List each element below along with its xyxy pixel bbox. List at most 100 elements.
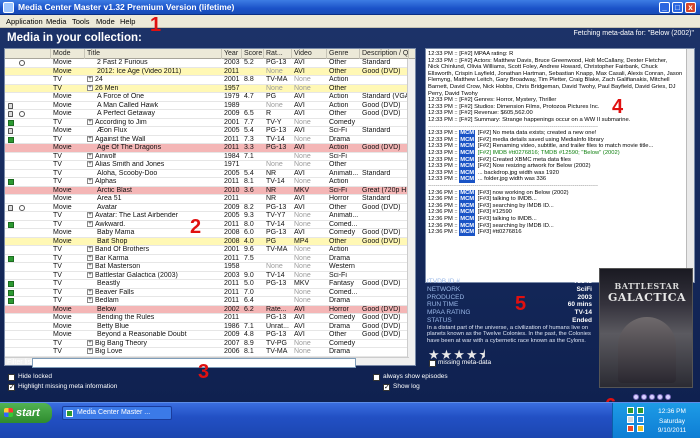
tray-alert-icon[interactable] <box>637 425 644 432</box>
tray-media-icon[interactable] <box>627 407 634 414</box>
log-line: 12:36 PM :: MCM [F#3] #tt0276816 <box>428 229 686 236</box>
tray-media-icon[interactable] <box>637 407 644 414</box>
table-row[interactable]: TV + Bat Masterson 1958 None None Western <box>5 263 415 272</box>
table-row[interactable]: Movie Betty Blue 1986 7.1 Unrat... AVI Drama Go… <box>5 323 415 331</box>
col-year[interactable]: Year <box>222 49 242 59</box>
window-title-bar[interactable]: Media Center Master v1.32 Premium Versio… <box>0 0 700 15</box>
expand-icon[interactable]: + <box>87 212 93 219</box>
col-score[interactable]: Score <box>242 49 264 59</box>
activity-log[interactable]: 12:33 PM :: [F#2] MPAA rating: R 12:33 PM… <box>425 48 695 283</box>
tray-network-icon[interactable] <box>627 416 634 423</box>
table-row[interactable]: Movie Æon Flux 2005 5.4 PG-13 AVI Sci-Fi Standa… <box>5 127 415 136</box>
table-row[interactable]: TV + Big Love 2006 8.1 TV-MA None Drama <box>5 348 415 357</box>
pager-dot[interactable] <box>665 394 671 400</box>
menu-application[interactable]: Application <box>6 17 43 26</box>
pager-dot[interactable] <box>633 394 639 400</box>
table-row[interactable]: TV + Bedlam 2011 6.4 None Drama <box>5 297 415 306</box>
table-row[interactable]: Movie 2012: Ice Age (Video 2011) 2011 None A… <box>5 67 415 76</box>
table-row[interactable]: TV + Against the Wall 2011 7.3 TV-14 None Drama <box>5 135 415 144</box>
tray-security-icon[interactable] <box>627 425 634 432</box>
taskbar-app-button[interactable]: Media Center Master ... <box>62 406 172 420</box>
expand-icon[interactable]: + <box>87 178 93 185</box>
table-row[interactable]: Movie Bait Shop 2008 4.0 PG MP4 Other Good (DVD… <box>5 237 415 246</box>
col-genre[interactable]: Genre <box>327 49 360 59</box>
pager-dot[interactable] <box>649 394 655 400</box>
table-row[interactable]: TV + Awkward. 2011 8.0 TV-14 None Comed... <box>5 220 415 229</box>
always-show-episodes-label: always show episodes <box>383 373 448 380</box>
highlight-missing-checkbox[interactable] <box>8 383 15 391</box>
expand-icon[interactable]: + <box>87 288 93 295</box>
col-mode[interactable]: Mode <box>51 49 85 59</box>
table-row[interactable]: TV +24 2001 8.8 TV-MA None Action <box>5 76 415 85</box>
table-row[interactable]: TV + Battlestar Galactica (2003) 2003 9.0 TV-… <box>5 271 415 280</box>
menu-media[interactable]: Media <box>46 17 66 26</box>
col-description[interactable]: Description / Qu... <box>360 49 409 59</box>
hide-locked-checkbox[interactable] <box>8 374 15 381</box>
table-row[interactable]: Movie A Force of One 1979 4.7 PG AVI Action Sta… <box>5 93 415 102</box>
expand-icon[interactable]: + <box>87 76 93 83</box>
col-video[interactable]: Video <box>292 49 327 59</box>
table-row[interactable]: Movie Beyond a Reasonable Doubt 2009 4.8 PG-… <box>5 331 415 340</box>
expand-icon[interactable]: + <box>87 118 93 125</box>
expand-icon[interactable]: + <box>87 339 93 346</box>
cell-video: None <box>294 161 311 168</box>
always-show-episodes-checkbox[interactable] <box>373 374 380 381</box>
table-row[interactable]: Movie Area 51 2011 NR AVI Horror Standard <box>5 195 415 204</box>
table-row[interactable]: TV + Big Bang Theory 2007 8.9 TV-PG None Comedy <box>5 339 415 348</box>
table-row[interactable]: TV + Bar Karma 2011 7.5 None Drama <box>5 254 415 263</box>
table-row[interactable]: Movie Below 2002 6.2 Rate... AVI Horror Good (D… <box>5 305 415 314</box>
table-row[interactable]: TV + Alphas 2011 8.1 TV-14 None Action <box>5 178 415 187</box>
show-log-checkbox[interactable] <box>383 383 390 391</box>
expand-icon[interactable]: + <box>87 271 93 278</box>
expand-icon[interactable]: + <box>87 220 93 227</box>
expand-icon[interactable]: + <box>87 246 93 253</box>
table-row[interactable]: TV + Band Of Brothers 2001 9.6 TV-MA None Actio… <box>5 246 415 255</box>
table-row[interactable]: Movie 2 Fast 2 Furious 2003 5.2 PG-13 AVI Othe… <box>5 59 415 68</box>
tray-app-icon[interactable] <box>637 416 644 423</box>
clock-time[interactable]: 12:36 PM <box>648 408 696 415</box>
pager-dot[interactable] <box>641 394 647 400</box>
table-row[interactable]: Movie A Man Called Hawk 1989 None AVI Action G… <box>5 102 415 110</box>
menu-tools[interactable]: Tools <box>72 17 90 26</box>
cell-mode: TV <box>53 271 62 279</box>
col-rating[interactable]: Rat... <box>264 49 292 59</box>
menu-help[interactable]: Help <box>120 17 135 26</box>
expand-icon[interactable]: + <box>87 84 93 91</box>
table-row[interactable]: Movie Baby Mama 2008 6.0 PG-13 AVI Comedy Good … <box>5 229 415 238</box>
pager-dot[interactable] <box>657 394 663 400</box>
expand-icon[interactable]: + <box>87 254 93 261</box>
table-row[interactable]: TV + Alias Smith and Jones 1971 None None Othe… <box>5 161 415 170</box>
cell-year: 2003 <box>224 271 240 279</box>
minimize-button[interactable]: _ <box>659 2 670 13</box>
start-button[interactable]: start <box>0 403 52 423</box>
table-row[interactable]: TV + According to Jim 2001 7.7 TV-Y None Comedy <box>5 118 415 127</box>
menu-mode[interactable]: Mode <box>96 17 115 26</box>
close-button[interactable]: x <box>685 2 696 13</box>
table-row[interactable]: Movie Avatar 2009 8.2 PG-13 AVI Other Good (DVD… <box>5 204 415 212</box>
table-row[interactable]: TV Beastly 2011 5.0 PG-13 MKV Fantasy Good (DVD… <box>5 280 415 289</box>
table-row[interactable]: TV Aloha, Scooby-Doo 2005 5.4 NR AVI Animati..… <box>5 170 415 178</box>
maximize-button[interactable]: □ <box>672 2 683 13</box>
cell-score <box>242 263 264 272</box>
log-scrollbar[interactable] <box>686 49 694 282</box>
expand-icon[interactable]: + <box>87 348 93 355</box>
table-row[interactable]: TV + Airwolf 1984 7.1 None Sci-Fi <box>5 152 415 161</box>
table-row[interactable]: TV + Beaver Falls 2011 7.0 None Comed... <box>5 288 415 297</box>
list-vertical-scrollbar[interactable] <box>407 59 415 365</box>
expand-icon[interactable]: + <box>87 263 93 270</box>
table-row[interactable]: Movie Age Of The Dragons 2011 3.3 PG-13 AVI Ac… <box>5 144 415 153</box>
expand-icon[interactable]: + <box>87 135 93 142</box>
expand-icon[interactable]: + <box>87 161 93 168</box>
table-row[interactable]: TV + Avatar: The Last Airbender 2005 9.3 TV-Y… <box>5 212 415 221</box>
table-row[interactable]: Movie Bending the Rules 2011 PG-13 AVI Comedy… <box>5 314 415 323</box>
rating-stars[interactable]: ★★★★⯨ <box>428 346 487 368</box>
log-line: 12:33 PM :: MCM [F#2] media details save… <box>428 136 686 144</box>
table-row[interactable]: Movie Arctic Blast 2010 3.6 NR MKV Sci-Fi Great… <box>5 186 415 195</box>
filter-input[interactable] <box>32 358 356 368</box>
table-row[interactable]: Movie A Perfect Getaway 2009 6.5 R AVI Other Go… <box>5 110 415 119</box>
col-title[interactable]: Title <box>85 49 222 59</box>
media-list[interactable]: Mode Title Year Score Rat... Video Genre… <box>4 48 416 366</box>
expand-icon[interactable]: + <box>87 297 93 304</box>
expand-icon[interactable]: + <box>87 152 93 159</box>
table-row[interactable]: TV +26 Men 1957 None None Other <box>5 84 415 93</box>
